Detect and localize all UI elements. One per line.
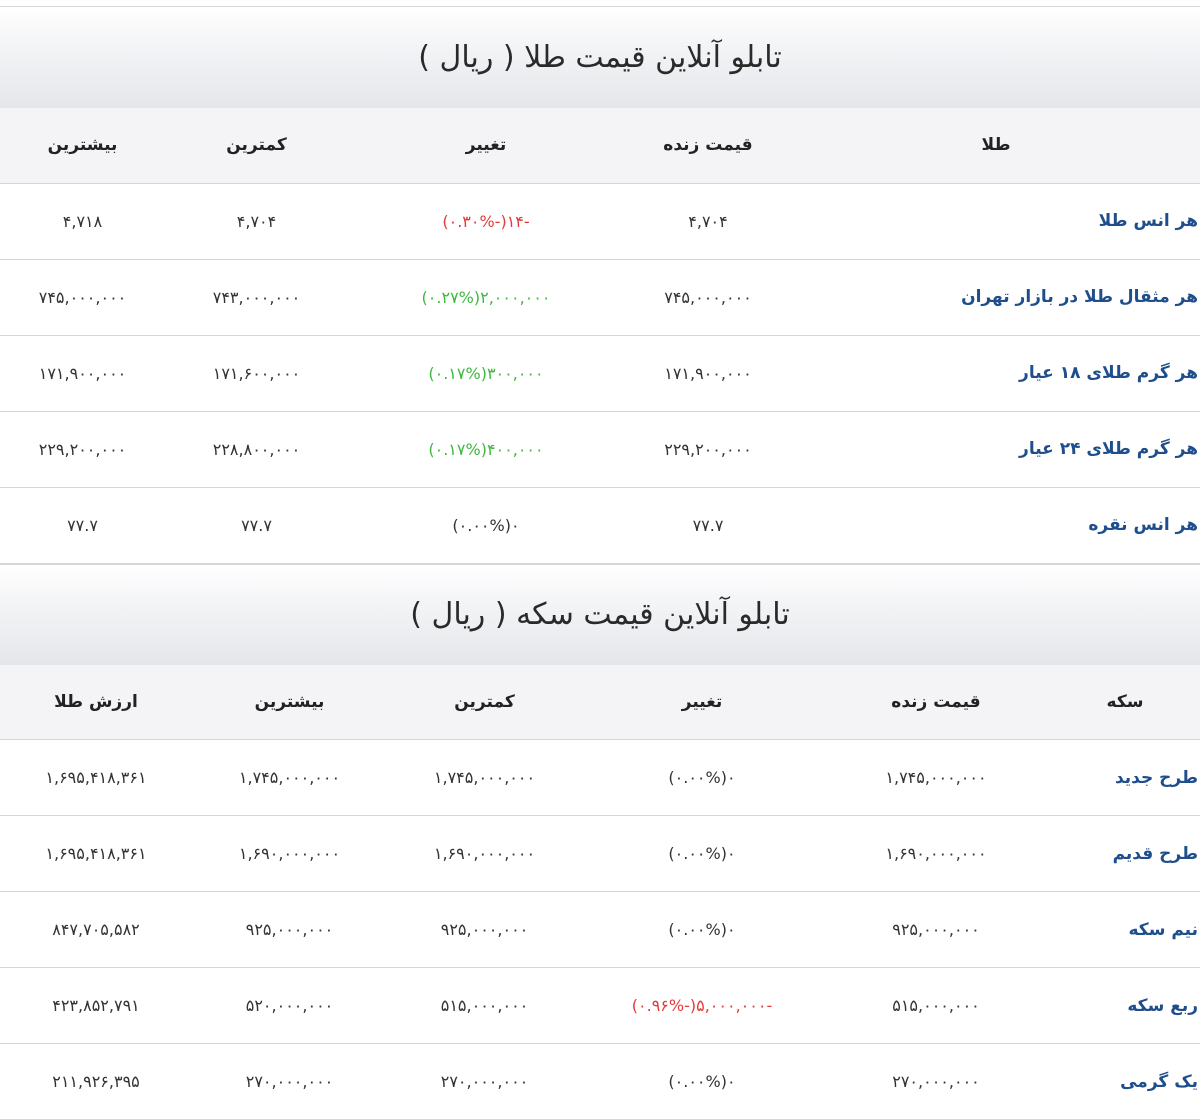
max-price-cell: ۱۷۱,۹۰۰,۰۰۰ [0, 335, 165, 411]
coin-price-table: سکه قیمت زنده تغییر کمترین بیشترین ارزش … [0, 665, 1200, 1120]
coin-header-price: قیمت زنده [822, 665, 1050, 740]
coin-table-header-row: سکه قیمت زنده تغییر کمترین بیشترین ارزش … [0, 665, 1200, 740]
coin-item-link[interactable]: یک گرمی [1050, 1044, 1200, 1120]
gold-item-link[interactable]: هر گرم طلای ۱۸ عیار [792, 335, 1200, 411]
live-price-cell: ۱,۶۹۰,۰۰۰,۰۰۰ [822, 816, 1050, 892]
gold-item-link[interactable]: هر مثقال طلا در بازار تهران [792, 259, 1200, 335]
change-cell: ۰(۰.۰۰%) [582, 740, 822, 816]
change-cell: ۲,۰۰۰,۰۰۰(۰.۲۷%) [348, 259, 624, 335]
coin-item-link[interactable]: ربع سکه [1050, 968, 1200, 1044]
coin-header-change: تغییر [582, 665, 822, 740]
gold-price-table: طلا قیمت زنده تغییر کمترین بیشترین هر ان… [0, 108, 1200, 564]
gold-header-price: قیمت زنده [624, 108, 792, 183]
coin-item-link[interactable]: نیم سکه [1050, 892, 1200, 968]
gold-table-header-row: طلا قیمت زنده تغییر کمترین بیشترین [0, 108, 1200, 183]
min-price-cell: ۱,۶۹۰,۰۰۰,۰۰۰ [387, 816, 582, 892]
live-price-cell: ۷۴۵,۰۰۰,۰۰۰ [624, 259, 792, 335]
live-price-cell: ۱,۷۴۵,۰۰۰,۰۰۰ [822, 740, 1050, 816]
min-price-cell: ۵۱۵,۰۰۰,۰۰۰ [387, 968, 582, 1044]
change-cell: ۰(۰.۰۰%) [582, 816, 822, 892]
gold-value-cell: ۲۱۱,۹۲۶,۳۹۵ [0, 1044, 192, 1120]
table-row: هر گرم طلای ۱۸ عیار ۱۷۱,۹۰۰,۰۰۰ ۳۰۰,۰۰۰(… [0, 335, 1200, 411]
coin-header-gold-value: ارزش طلا [0, 665, 192, 740]
live-price-cell: ۵۱۵,۰۰۰,۰۰۰ [822, 968, 1050, 1044]
gold-header-max: بیشترین [0, 108, 165, 183]
table-row: یک گرمی ۲۷۰,۰۰۰,۰۰۰ ۰(۰.۰۰%) ۲۷۰,۰۰۰,۰۰۰… [0, 1044, 1200, 1120]
change-cell: -۵,۰۰۰,۰۰۰(-۰.۹۶%) [582, 968, 822, 1044]
table-row: ربع سکه ۵۱۵,۰۰۰,۰۰۰ -۵,۰۰۰,۰۰۰(-۰.۹۶%) ۵… [0, 968, 1200, 1044]
change-cell: ۴۰۰,۰۰۰(۰.۱۷%) [348, 411, 624, 487]
change-cell: ۳۰۰,۰۰۰(۰.۱۷%) [348, 335, 624, 411]
live-price-cell: ۷۷.۷ [624, 487, 792, 563]
gold-header-min: کمترین [165, 108, 348, 183]
gold-board-title: تابلو آنلاین قیمت طلا ( ریال ) [0, 7, 1200, 108]
gold-table-body: هر انس طلا ۴,۷۰۴ -۱۴(-۰.۳۰%) ۴,۷۰۴ ۴,۷۱۸… [0, 183, 1200, 563]
gold-value-cell: ۴۲۳,۸۵۲,۷۹۱ [0, 968, 192, 1044]
gold-item-link[interactable]: هر گرم طلای ۲۴ عیار [792, 411, 1200, 487]
coin-board-title: تابلو آنلاین قیمت سکه ( ریال ) [0, 565, 1200, 665]
change-cell: ۰(۰.۰۰%) [582, 1044, 822, 1120]
coin-header-max: بیشترین [192, 665, 387, 740]
max-price-cell: ۷۴۵,۰۰۰,۰۰۰ [0, 259, 165, 335]
min-price-cell: ۷۷.۷ [165, 487, 348, 563]
live-price-cell: ۴,۷۰۴ [624, 183, 792, 259]
change-cell: ۰(۰.۰۰%) [348, 487, 624, 563]
table-row: هر گرم طلای ۲۴ عیار ۲۲۹,۲۰۰,۰۰۰ ۴۰۰,۰۰۰(… [0, 411, 1200, 487]
gold-value-cell: ۸۴۷,۷۰۵,۵۸۲ [0, 892, 192, 968]
max-price-cell: ۴,۷۱۸ [0, 183, 165, 259]
coin-table-body: طرح جدید ۱,۷۴۵,۰۰۰,۰۰۰ ۰(۰.۰۰%) ۱,۷۴۵,۰۰… [0, 740, 1200, 1120]
gold-header-change: تغییر [348, 108, 624, 183]
coin-item-link[interactable]: طرح جدید [1050, 740, 1200, 816]
min-price-cell: ۲۷۰,۰۰۰,۰۰۰ [387, 1044, 582, 1120]
min-price-cell: ۲۲۸,۸۰۰,۰۰۰ [165, 411, 348, 487]
max-price-cell: ۵۲۰,۰۰۰,۰۰۰ [192, 968, 387, 1044]
max-price-cell: ۲۲۹,۲۰۰,۰۰۰ [0, 411, 165, 487]
table-row: هر انس نقره ۷۷.۷ ۰(۰.۰۰%) ۷۷.۷ ۷۷.۷ [0, 487, 1200, 563]
max-price-cell: ۱,۷۴۵,۰۰۰,۰۰۰ [192, 740, 387, 816]
table-row: طرح قدیم ۱,۶۹۰,۰۰۰,۰۰۰ ۰(۰.۰۰%) ۱,۶۹۰,۰۰… [0, 816, 1200, 892]
gold-item-link[interactable]: هر انس نقره [792, 487, 1200, 563]
gold-header-name: طلا [792, 108, 1200, 183]
coin-price-board: تابلو آنلاین قیمت سکه ( ریال ) سکه قیمت … [0, 564, 1200, 1120]
live-price-cell: ۹۲۵,۰۰۰,۰۰۰ [822, 892, 1050, 968]
min-price-cell: ۴,۷۰۴ [165, 183, 348, 259]
max-price-cell: ۲۷۰,۰۰۰,۰۰۰ [192, 1044, 387, 1120]
coin-header-name: سکه [1050, 665, 1200, 740]
min-price-cell: ۹۲۵,۰۰۰,۰۰۰ [387, 892, 582, 968]
live-price-cell: ۱۷۱,۹۰۰,۰۰۰ [624, 335, 792, 411]
max-price-cell: ۷۷.۷ [0, 487, 165, 563]
coin-header-min: کمترین [387, 665, 582, 740]
live-price-cell: ۲۷۰,۰۰۰,۰۰۰ [822, 1044, 1050, 1120]
gold-value-cell: ۱,۶۹۵,۴۱۸,۳۶۱ [0, 816, 192, 892]
min-price-cell: ۱۷۱,۶۰۰,۰۰۰ [165, 335, 348, 411]
max-price-cell: ۱,۶۹۰,۰۰۰,۰۰۰ [192, 816, 387, 892]
min-price-cell: ۱,۷۴۵,۰۰۰,۰۰۰ [387, 740, 582, 816]
gold-value-cell: ۱,۶۹۵,۴۱۸,۳۶۱ [0, 740, 192, 816]
change-cell: -۱۴(-۰.۳۰%) [348, 183, 624, 259]
coin-item-link[interactable]: طرح قدیم [1050, 816, 1200, 892]
live-price-cell: ۲۲۹,۲۰۰,۰۰۰ [624, 411, 792, 487]
gold-price-board: تابلو آنلاین قیمت طلا ( ریال ) طلا قیمت … [0, 6, 1200, 564]
table-row: نیم سکه ۹۲۵,۰۰۰,۰۰۰ ۰(۰.۰۰%) ۹۲۵,۰۰۰,۰۰۰… [0, 892, 1200, 968]
gold-item-link[interactable]: هر انس طلا [792, 183, 1200, 259]
min-price-cell: ۷۴۳,۰۰۰,۰۰۰ [165, 259, 348, 335]
change-cell: ۰(۰.۰۰%) [582, 892, 822, 968]
table-row: هر مثقال طلا در بازار تهران ۷۴۵,۰۰۰,۰۰۰ … [0, 259, 1200, 335]
table-row: هر انس طلا ۴,۷۰۴ -۱۴(-۰.۳۰%) ۴,۷۰۴ ۴,۷۱۸ [0, 183, 1200, 259]
max-price-cell: ۹۲۵,۰۰۰,۰۰۰ [192, 892, 387, 968]
price-page: تابلو آنلاین قیمت طلا ( ریال ) طلا قیمت … [0, 6, 1200, 1112]
table-row: طرح جدید ۱,۷۴۵,۰۰۰,۰۰۰ ۰(۰.۰۰%) ۱,۷۴۵,۰۰… [0, 740, 1200, 816]
